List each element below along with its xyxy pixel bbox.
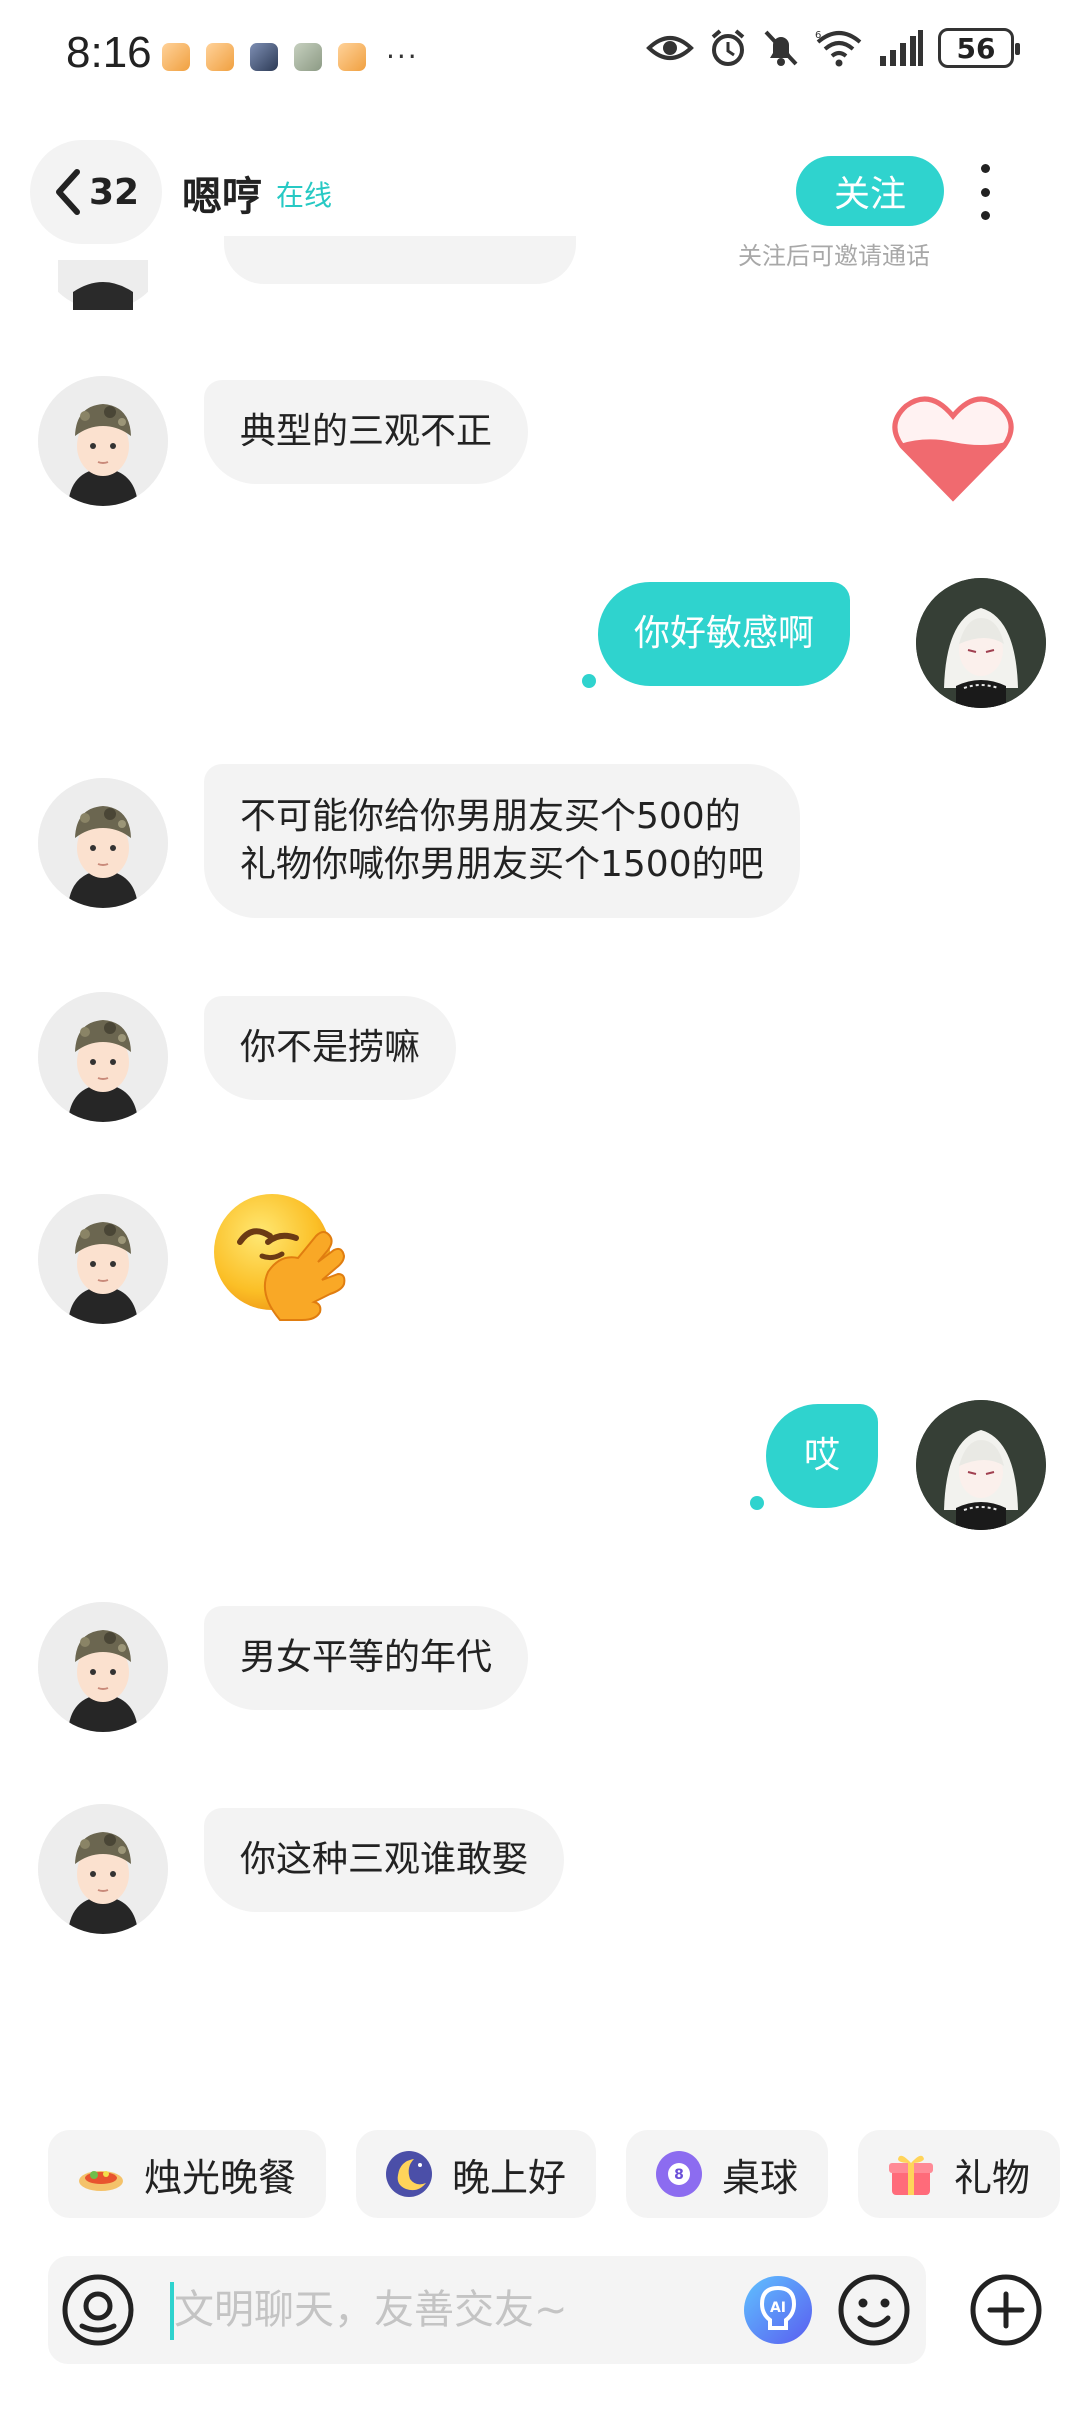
billiard-ball-icon: 8 <box>656 2151 703 2197</box>
dot-icon <box>980 164 990 173</box>
message-bubble[interactable]: 男女平等的年代 <box>204 1606 529 1710</box>
male-avatar[interactable] <box>38 1194 168 1324</box>
online-status: 在线 <box>276 179 333 212</box>
cellular-signal-icon <box>880 30 923 66</box>
quick-action-gift[interactable]: 礼物 <box>858 2130 1061 2218</box>
message-text: 你好敏感啊 <box>634 613 815 654</box>
emoji-icon[interactable] <box>836 2272 912 2348</box>
app-notification-icon <box>294 42 322 71</box>
male-avatar[interactable] <box>38 376 168 506</box>
partial-message-bubble <box>224 236 576 284</box>
gift-icon <box>889 2155 934 2195</box>
ai-assistant-icon[interactable]: AI <box>740 2272 816 2348</box>
quick-action-candlelight-dinner[interactable]: 烛光晚餐 <box>48 2130 327 2218</box>
dinner-icon <box>79 2171 123 2191</box>
unread-dot <box>582 674 596 688</box>
plus-icon[interactable] <box>968 2272 1044 2348</box>
message-input[interactable] <box>174 2280 734 2340</box>
message-text: 哎 <box>803 1435 840 1476</box>
quick-action-label: 礼物 <box>954 2155 1031 2200</box>
eye-icon <box>646 36 694 60</box>
message-bubble[interactable]: 不可能你给你男朋友买个500的 礼物你喊你男朋友买个1500的吧 <box>204 764 800 918</box>
status-time: 8:16 <box>66 28 152 77</box>
message-text: 你这种三观谁敢娶 <box>240 1839 529 1880</box>
quick-action-good-evening[interactable]: 晚上好 <box>356 2130 597 2218</box>
app-notification-icon <box>250 42 278 71</box>
quick-actions-bar: 烛光晚餐 晚上好 8 桌球 礼物 <box>48 2130 1061 2218</box>
message-bubble[interactable]: 你这种三观谁敢娶 <box>204 1808 565 1912</box>
message-bubble[interactable]: 你好敏感啊 <box>598 582 851 686</box>
quick-action-label: 晚上好 <box>452 2155 567 2200</box>
message-bubble[interactable]: 你不是捞嘛 <box>204 996 457 1100</box>
female-avatar[interactable] <box>916 578 1046 708</box>
message-text: 典型的三观不正 <box>240 411 493 452</box>
status-bar: 8:16 ··· 6 56 <box>0 0 1084 110</box>
face-palm-emoji-icon[interactable] <box>210 1184 350 1324</box>
male-avatar[interactable] <box>38 1804 168 1934</box>
quick-action-billiards[interactable]: 8 桌球 <box>626 2130 829 2218</box>
battery-indicator: 56 <box>938 28 1020 68</box>
app-notification-icon <box>338 42 366 71</box>
svg-text:6: 6 <box>815 30 821 41</box>
notification-icons: ··· <box>162 40 419 73</box>
svg-text:AI: AI <box>770 2300 786 2316</box>
message-bubble[interactable]: 典型的三观不正 <box>204 380 529 484</box>
unread-count: 32 <box>88 171 140 213</box>
mute-bell-icon <box>764 30 798 66</box>
follow-hint: 关注后可邀请通话 <box>738 242 930 270</box>
more-options-button[interactable] <box>970 164 1000 220</box>
heart-gift-icon[interactable] <box>892 394 1014 502</box>
chevron-left-icon <box>55 169 80 215</box>
male-avatar[interactable] <box>38 1602 168 1732</box>
message-input-bar: AI <box>48 2256 926 2364</box>
follow-button[interactable]: 关注 <box>796 156 944 226</box>
quick-action-label: 桌球 <box>722 2155 799 2200</box>
app-notification-icon <box>206 42 234 71</box>
message-text: 男女平等的年代 <box>240 1637 493 1678</box>
male-avatar[interactable] <box>38 778 168 908</box>
system-icons: 6 56 <box>646 28 1020 68</box>
message-bubble[interactable]: 哎 <box>766 1404 878 1508</box>
dot-icon <box>980 211 990 220</box>
male-avatar[interactable] <box>38 992 168 1122</box>
more-notifications-icon: ··· <box>386 40 419 73</box>
contact-name[interactable]: 嗯哼 <box>182 164 262 222</box>
message-text-line: 不可能你给你男朋友买个500的 <box>240 796 741 837</box>
back-button[interactable]: 32 <box>30 140 162 244</box>
svg-text:8: 8 <box>674 2167 684 2183</box>
dot-icon <box>980 187 990 197</box>
wifi-icon: 6 <box>815 30 862 67</box>
female-avatar[interactable] <box>916 1400 1046 1530</box>
app-notification-icon <box>162 42 190 71</box>
alarm-icon <box>711 29 745 66</box>
message-text-line: 礼物你喊你男朋友买个1500的吧 <box>240 844 764 885</box>
quick-action-label: 烛光晚餐 <box>144 2155 297 2200</box>
unread-dot <box>750 1496 764 1510</box>
moon-icon <box>386 2151 433 2197</box>
message-text: 你不是捞嘛 <box>240 1027 421 1068</box>
at-mention-icon[interactable] <box>60 2272 136 2348</box>
